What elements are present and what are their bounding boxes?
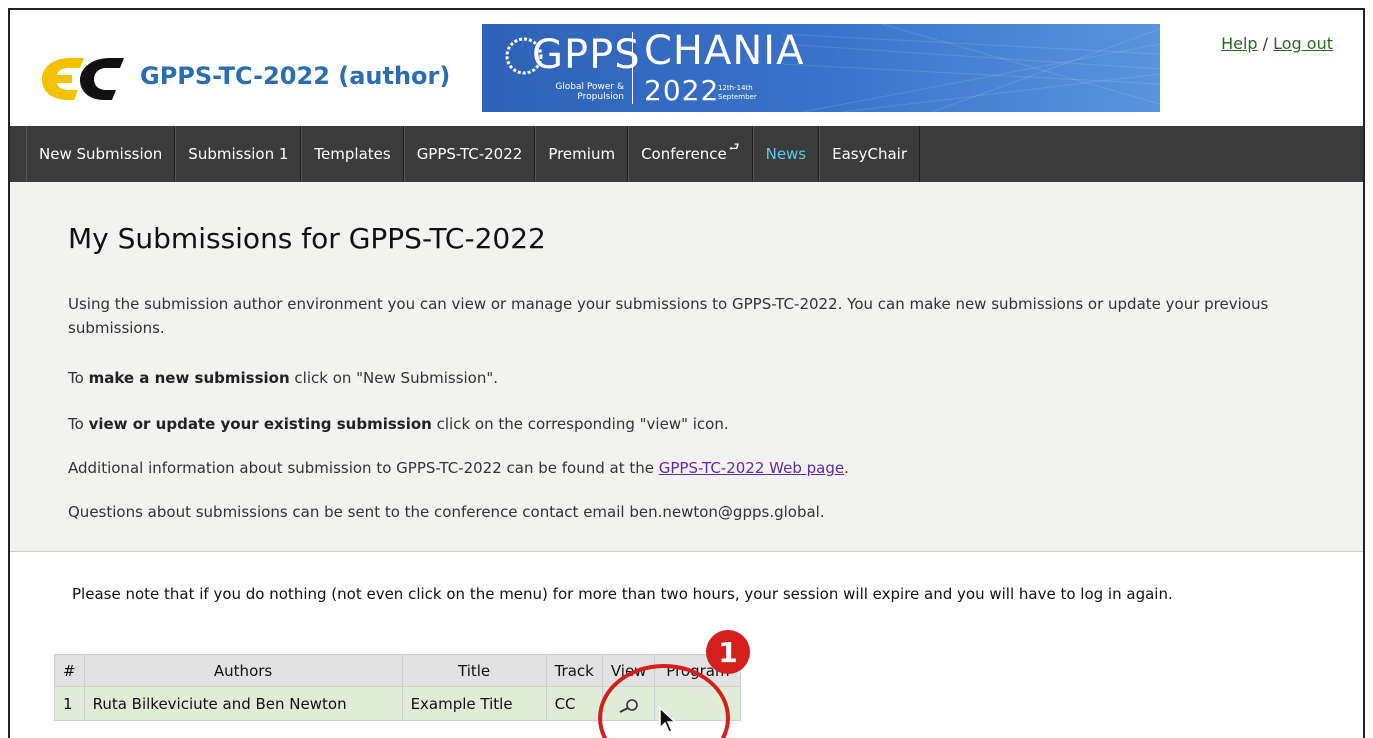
- menu-label: Templates: [314, 145, 391, 163]
- menu-templates[interactable]: Templates: [301, 126, 404, 182]
- menu-easychair[interactable]: EasyChair: [819, 126, 921, 182]
- menu-label: Submission 1: [188, 145, 289, 163]
- cell-title: Example Title: [401, 686, 547, 721]
- banner-subtitle: Global Power & Propulsion: [536, 82, 624, 102]
- intro-paragraph: Using the submission author environment …: [68, 295, 1269, 337]
- col-title: Title: [401, 654, 547, 687]
- view-instruction: To view or update your existing submissi…: [68, 412, 1288, 436]
- menu-submission-1[interactable]: Submission 1: [175, 126, 302, 182]
- additional-info: Additional information about submission …: [68, 456, 1288, 480]
- banner-city: CHANIA: [644, 28, 805, 74]
- menu-label: EasyChair: [832, 145, 908, 163]
- logout-link[interactable]: Log out: [1273, 34, 1333, 53]
- cell-authors: Ruta Bilkeviciute and Ben Newton: [83, 686, 403, 721]
- page-title: My Submissions for GPPS-TC-2022: [68, 222, 546, 255]
- new-submission-instruction: To make a new submission click on "New S…: [68, 366, 1288, 390]
- easychair-logo: [42, 58, 124, 100]
- help-link[interactable]: Help: [1221, 34, 1257, 53]
- bold-text: make a new submission: [88, 369, 290, 387]
- app-title: GPPS-TC-2022 (author): [140, 62, 451, 90]
- menu-conference[interactable]: Conference ⮐: [628, 126, 753, 182]
- menu-new-submission[interactable]: New Submission: [26, 126, 176, 182]
- banner-dates: 12th-14th September: [718, 84, 757, 102]
- header: GPPS-TC-2022 (author) GPPS Global Power …: [10, 10, 1363, 124]
- bold-text: view or update your existing submission: [88, 415, 432, 433]
- annotation-badge: 1: [706, 630, 750, 674]
- menu-label: GPPS-TC-2022: [416, 145, 523, 163]
- link-separator: /: [1262, 34, 1269, 53]
- banner-divider: [632, 32, 633, 104]
- text: To: [68, 369, 89, 387]
- session-notice: Please note that if you do nothing (not …: [72, 585, 1173, 603]
- banner-dates-line1: 12th-14th: [718, 84, 753, 92]
- banner-subtitle-line2: Propulsion: [577, 92, 624, 102]
- text: To: [68, 415, 89, 433]
- cell-track: CC: [545, 686, 603, 721]
- banner-brand: GPPS: [532, 32, 641, 78]
- browser-frame: GPPS-TC-2022 (author) GPPS Global Power …: [8, 8, 1365, 738]
- return-arrow-icon: ⮐: [728, 139, 740, 154]
- banner-subtitle-line1: Global Power &: [555, 82, 624, 92]
- text: click on the corresponding "view" icon.: [431, 415, 729, 433]
- col-number: #: [54, 654, 85, 687]
- col-authors: Authors: [83, 654, 403, 687]
- text: click on "New Submission".: [289, 369, 499, 387]
- menu-label: New Submission: [39, 145, 163, 163]
- contact-info: Questions about submissions can be sent …: [68, 503, 825, 521]
- banner-dates-line2: September: [718, 93, 757, 101]
- text: .: [844, 459, 849, 477]
- col-track: Track: [545, 654, 603, 687]
- text: Additional information about submission …: [68, 459, 659, 477]
- main-menu: New Submission Submission 1 Templates GP…: [10, 126, 1363, 182]
- menu-label: News: [765, 145, 807, 163]
- menu-gpps-tc-2022[interactable]: GPPS-TC-2022: [403, 126, 536, 182]
- menu-label: Conference: [641, 145, 727, 163]
- cell-number: 1: [54, 686, 85, 721]
- top-links: Help / Log out: [1221, 34, 1333, 53]
- menu-label: Premium: [548, 145, 616, 163]
- banner-year: 2022: [644, 74, 720, 107]
- menu-premium[interactable]: Premium: [535, 126, 629, 182]
- menu-news[interactable]: News: [752, 126, 820, 182]
- mouse-pointer-icon: [659, 706, 677, 733]
- web-page-link[interactable]: GPPS-TC-2022 Web page: [659, 459, 844, 477]
- conference-banner: GPPS Global Power & Propulsion CHANIA 20…: [482, 24, 1160, 112]
- intro-section: My Submissions for GPPS-TC-2022 Using th…: [10, 182, 1363, 552]
